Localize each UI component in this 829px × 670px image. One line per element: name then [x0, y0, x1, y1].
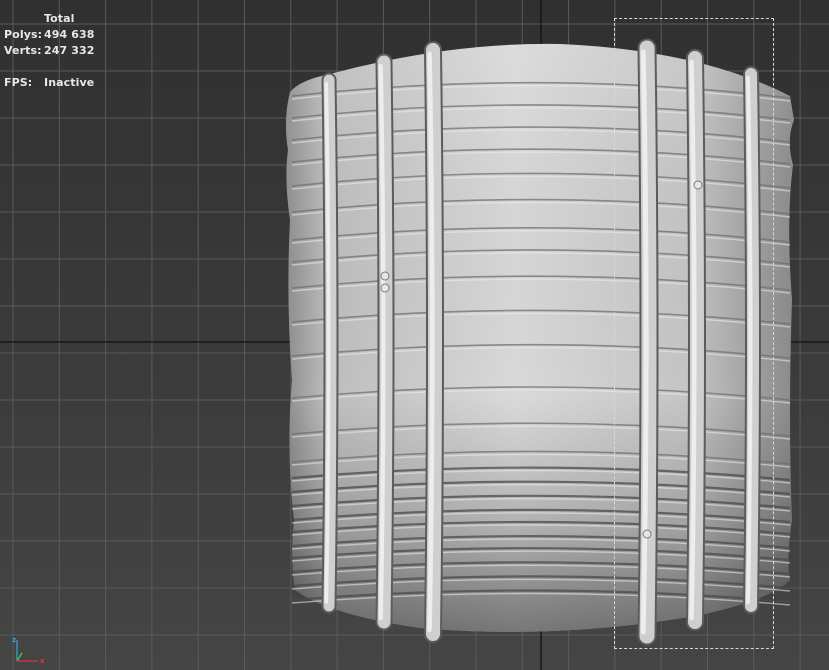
- rivet: [380, 283, 390, 293]
- polys-label: Polys:: [4, 28, 43, 41]
- verts-label: Verts:: [4, 44, 42, 57]
- fps-value: Inactive: [44, 76, 95, 89]
- selection-bounding-box: [614, 18, 774, 649]
- verts-value: 247 332: [44, 44, 95, 57]
- stats-header: Total: [44, 12, 75, 25]
- fps-label: FPS:: [4, 76, 33, 89]
- 3d-viewport[interactable]: Total Polys: 494 638 Verts: 247 332 FPS:…: [0, 0, 829, 670]
- rivet: [380, 271, 390, 281]
- polys-value: 494 638: [44, 28, 95, 41]
